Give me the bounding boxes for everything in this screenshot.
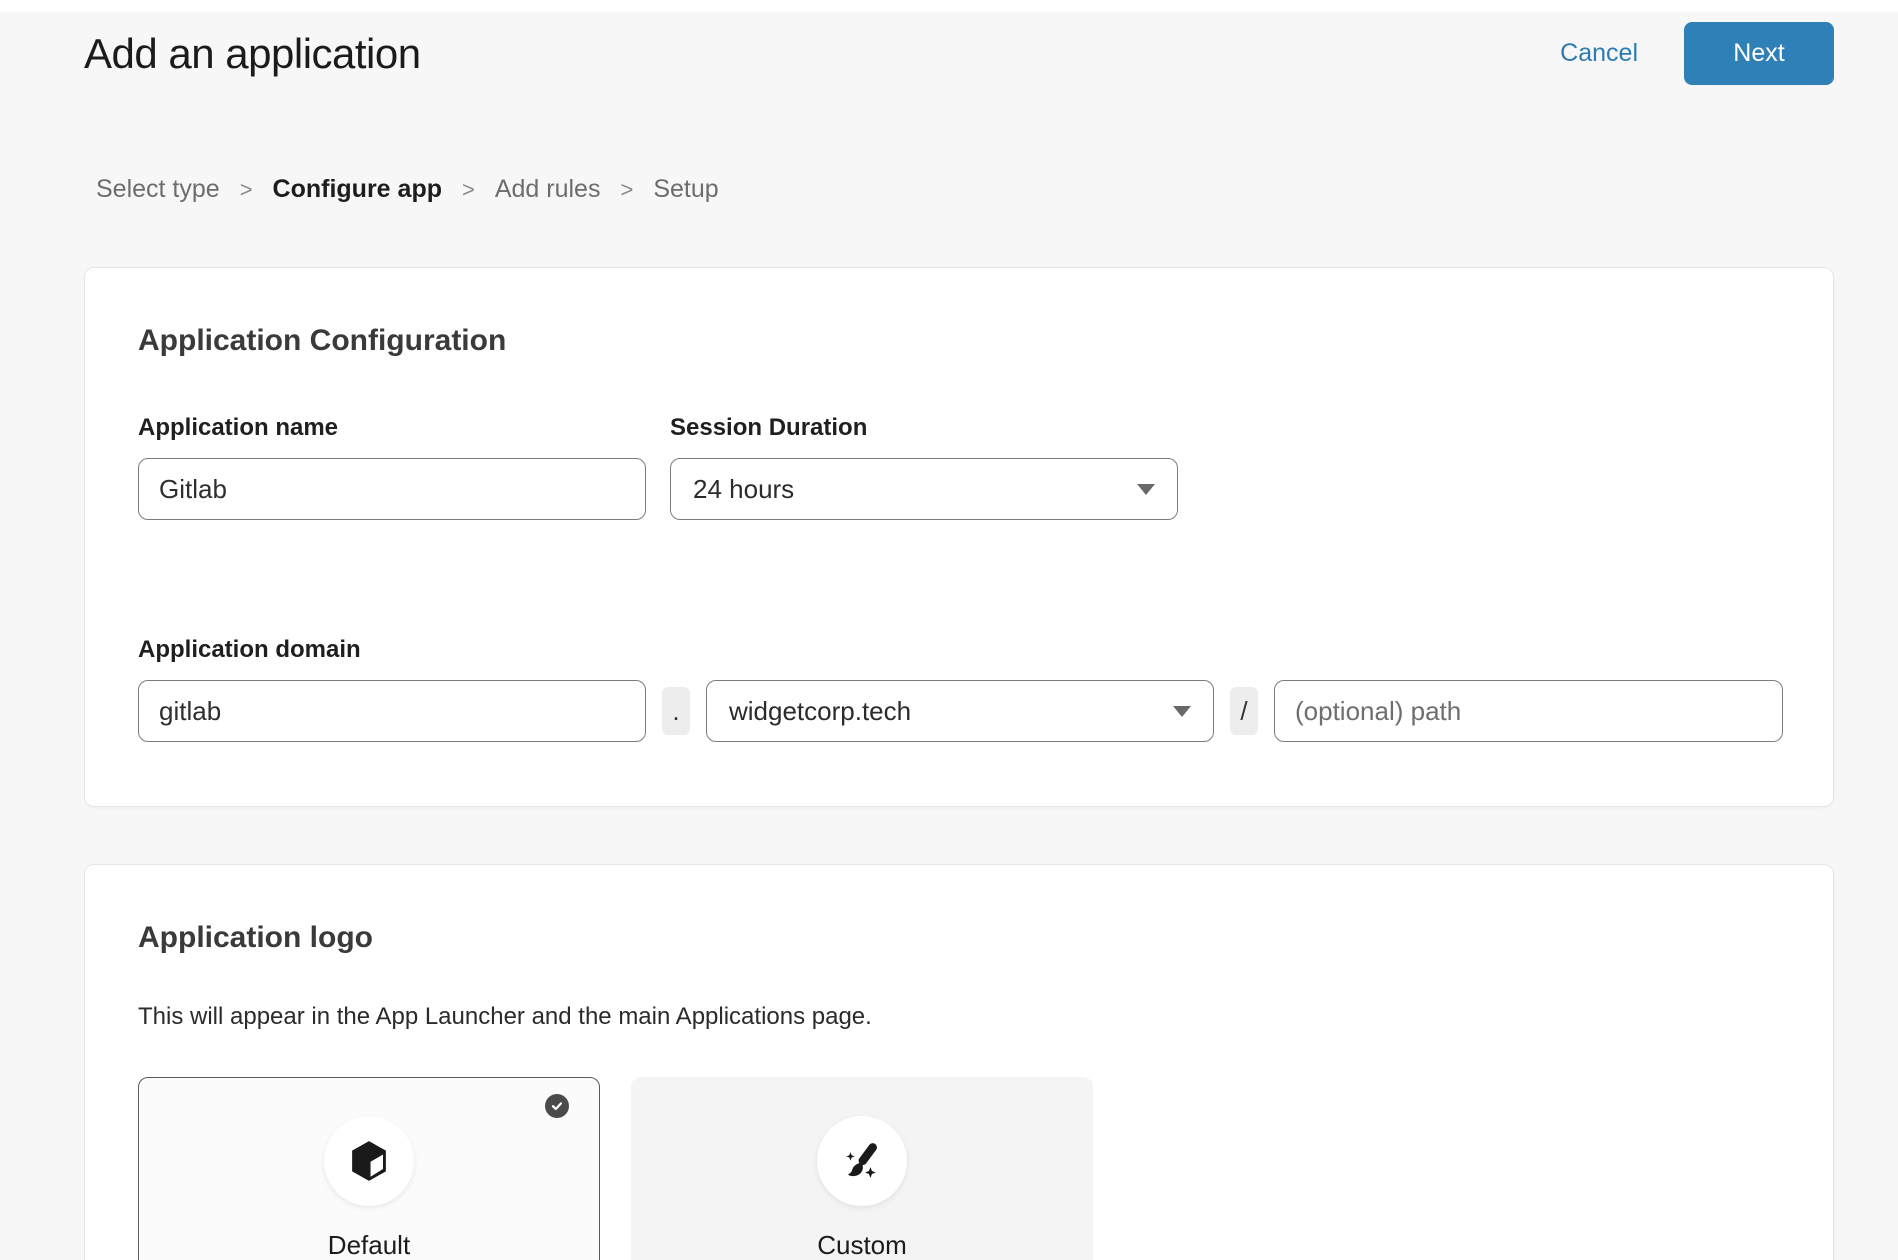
logo-option-label: Custom [632,1230,1092,1260]
session-duration-value: 24 hours [693,474,794,505]
selected-check-icon [545,1094,569,1118]
page-header: Add an application Cancel Next [0,12,1898,85]
name-duration-row: Application name Session Duration 24 hou… [138,414,1780,520]
logo-option-default[interactable]: Default [138,1077,600,1260]
application-configuration-card: Application Configuration Application na… [84,267,1834,807]
domain-select-value: widgetcorp.tech [729,696,911,727]
session-duration-select[interactable]: 24 hours [670,458,1178,520]
chevron-down-icon [1173,706,1191,717]
logo-option-custom[interactable]: Custom [631,1077,1093,1260]
logo-option-label: Default [139,1230,599,1260]
breadcrumb-step-add-rules[interactable]: Add rules [495,175,601,204]
top-white-strip [0,0,1898,12]
application-domain-label: Application domain [138,636,1780,664]
header-actions: Cancel Next [1560,22,1834,85]
breadcrumb-separator: > [240,177,253,203]
cancel-button[interactable]: Cancel [1560,39,1638,68]
application-name-input[interactable] [138,458,646,520]
application-name-label: Application name [138,414,646,442]
breadcrumb-step-setup[interactable]: Setup [653,175,718,204]
breadcrumb-step-select-type[interactable]: Select type [96,175,220,204]
application-name-field-group: Application name [138,414,646,520]
application-domain-row: . widgetcorp.tech / [138,680,1780,742]
page-title: Add an application [84,30,421,78]
session-duration-field-group: Session Duration 24 hours [670,414,1178,520]
dot-separator: . [662,687,690,735]
logo-card-description: This will appear in the App Launcher and… [138,1003,1780,1031]
path-input[interactable] [1274,680,1783,742]
breadcrumb-separator: > [620,177,633,203]
default-logo-circle [324,1116,414,1206]
domain-select[interactable]: widgetcorp.tech [706,680,1214,742]
next-button[interactable]: Next [1684,22,1834,85]
configuration-card-heading: Application Configuration [138,324,1780,358]
cube-icon [346,1138,392,1184]
application-logo-card: Application logo This will appear in the… [84,864,1834,1260]
subdomain-input[interactable] [138,680,646,742]
logo-options-row: Default Custom [138,1077,1780,1260]
breadcrumb-step-configure-app[interactable]: Configure app [273,175,442,204]
breadcrumb-separator: > [462,177,475,203]
breadcrumb: Select type > Configure app > Add rules … [96,175,1898,204]
slash-separator: / [1230,687,1258,735]
session-duration-label: Session Duration [670,414,1178,442]
chevron-down-icon [1137,484,1155,495]
logo-card-heading: Application logo [138,921,1780,955]
custom-logo-circle [817,1116,907,1206]
paintbrush-icon [839,1138,885,1184]
